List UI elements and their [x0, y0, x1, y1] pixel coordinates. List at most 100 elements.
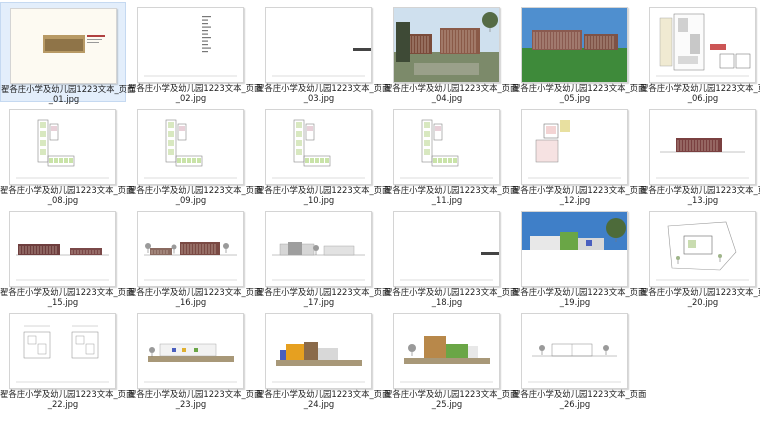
file-name-label[interactable]: 翟各庄小学及幼儿园1223文本_页面 _03.jpg — [256, 83, 391, 103]
file-thumbnail-image[interactable] — [137, 313, 244, 389]
file-tile[interactable]: 翟各庄小学及幼儿园1223文本_页面 _26.jpg — [512, 308, 646, 409]
file-name-line2: _01.jpg — [48, 94, 80, 104]
file-name-line2: _04.jpg — [431, 93, 463, 103]
file-name-line1: 翟各庄小学及幼儿园1223文本_页面 — [128, 389, 263, 399]
file-thumbnail-image[interactable] — [521, 313, 628, 389]
file-tile[interactable]: 翟各庄小学及幼儿园1223文本_页面 _19.jpg — [512, 206, 647, 307]
file-name-label[interactable]: 翟各庄小学及幼儿园1223文本_页面_20.jpg — [640, 287, 760, 307]
file-thumbnail-image[interactable] — [393, 109, 500, 185]
file-tile[interactable]: 翟各庄小学及幼儿园1223文本_页面 _17.jpg — [256, 206, 390, 307]
file-name-label[interactable]: 翟各庄小学及幼儿园1223文本_页面 _04.jpg — [384, 83, 519, 103]
file-name-label[interactable]: 翟各庄小学及幼儿园1223文本_页面 _23.jpg — [128, 389, 263, 409]
file-name-line1: 翟各庄小学及幼儿园1223文本_页面 — [0, 389, 135, 399]
file-thumbnail-image[interactable] — [9, 313, 116, 389]
file-tile[interactable]: 翟各庄小学及幼儿园1223文本_页面 _25.jpg — [384, 308, 519, 409]
file-tile[interactable]: 翟各庄小学及幼儿园1223文本_页面 _15.jpg — [0, 206, 134, 307]
file-thumbnail-image[interactable] — [393, 211, 500, 287]
file-name-label[interactable]: 翟各庄小学及幼儿园1223文本_页面 _01.jpg — [1, 84, 135, 104]
file-name-line2: _18.jpg — [431, 297, 463, 307]
file-name-label[interactable]: 翟各庄小学及幼儿园1223文本_页面 _22.jpg — [0, 389, 135, 409]
file-thumbnail-image[interactable] — [265, 313, 372, 389]
file-name-label[interactable]: 翟各庄小学及幼儿园1223文本_页面 _10.jpg — [256, 185, 391, 205]
file-thumbnail-image[interactable] — [521, 109, 628, 185]
file-name-label[interactable]: 翟各庄小学及幼儿园1223文本_页面 _15.jpg — [0, 287, 134, 307]
file-thumbnail-image[interactable] — [521, 211, 628, 287]
file-tile[interactable]: 翟各庄小学及幼儿园1223文本_页面_20.jpg — [640, 206, 760, 307]
file-name-label[interactable]: 翟各庄小学及幼儿园1223文本_页面 _11.jpg — [384, 185, 518, 205]
file-name-label[interactable]: 翟各庄小学及幼儿园1223文本_页面 _09.jpg — [128, 185, 263, 205]
file-name-line2: _20.jpg — [687, 297, 719, 307]
file-name-line1: 翟各庄小学及幼儿园1223文本_页面 — [512, 185, 647, 195]
file-thumbnail-image[interactable] — [649, 7, 756, 83]
file-tile[interactable]: 翟各庄小学及幼儿园1223文本_页面 _03.jpg — [256, 2, 391, 103]
file-tile[interactable]: 翟各庄小学及幼儿园1223文本_页面 _11.jpg — [384, 104, 518, 205]
file-name-line2: _26.jpg — [559, 399, 591, 409]
file-name-label[interactable]: 翟各庄小学及幼儿园1223文本_页面 _18.jpg — [384, 287, 519, 307]
file-name-label[interactable]: 翟各庄小学及幼儿园1223文本_页面 _12.jpg — [512, 185, 647, 205]
file-tile[interactable]: 翟各庄小学及幼儿园1223文本_页面 _12.jpg — [512, 104, 647, 205]
file-name-line2: _03.jpg — [303, 93, 335, 103]
file-tile[interactable]: 翟各庄小学及幼儿园1223文本_页面 _10.jpg — [256, 104, 391, 205]
file-thumbnail-image[interactable] — [137, 7, 244, 83]
file-thumbnail-image[interactable] — [393, 7, 500, 83]
file-name-label[interactable]: 翟各庄小学及幼儿园1223文本_页面 _26.jpg — [512, 389, 646, 409]
file-thumbnail-image[interactable] — [521, 7, 628, 83]
file-name-line2: _19.jpg — [559, 297, 591, 307]
file-name-line1: 翟各庄小学及幼儿园1223文本_页面 — [512, 287, 647, 297]
file-thumbnail-image[interactable] — [265, 109, 372, 185]
file-tile[interactable]: 翟各庄小学及幼儿园1223文本_页面 _24.jpg — [256, 308, 390, 409]
file-name-line2: _17.jpg — [303, 297, 335, 307]
file-thumbnail-image[interactable] — [137, 109, 244, 185]
file-thumbnail-image[interactable] — [10, 8, 117, 84]
file-name-line1: 翟各庄小学及幼儿园1223文本_页面 — [512, 83, 647, 93]
file-name-line1: 翟各庄小学及幼儿园1223文本_页面 — [0, 185, 135, 195]
file-thumbnail-image[interactable] — [265, 7, 372, 83]
file-name-line2: _06.jpg — [687, 93, 719, 103]
file-name-label[interactable]: 翟各庄小学及幼儿园1223文本_页面 _17.jpg — [256, 287, 390, 307]
file-tile[interactable]: 翟各庄小学及幼儿园1223文本_页面 _22.jpg — [0, 308, 135, 409]
file-thumbnail-image[interactable] — [265, 211, 372, 287]
file-name-label[interactable]: 翟各庄小学及幼儿园1223文本_页面 _24.jpg — [256, 389, 390, 409]
file-tile[interactable]: 翟各庄小学及幼儿园1223文本_页面_13.jpg — [640, 104, 760, 205]
file-name-label[interactable]: 翟各庄小学及幼儿园1223文本_页面 _16.jpg — [128, 287, 262, 307]
file-name-line2: _25.jpg — [431, 399, 463, 409]
file-name-label[interactable]: 翟各庄小学及幼儿园1223文本_页面_06.jpg — [640, 83, 760, 103]
file-name-line1: 翟各庄小学及幼儿园1223文本_页面 — [256, 83, 391, 93]
file-name-label[interactable]: 翟各庄小学及幼儿园1223文本_页面 _19.jpg — [512, 287, 647, 307]
file-name-line1: 翟各庄小学及幼儿园1223文本_页面 — [384, 389, 519, 399]
file-name-line1: 翟各庄小学及幼儿园1223文本_页面 — [128, 83, 263, 93]
file-name-line2: _11.jpg — [431, 195, 463, 205]
file-name-label[interactable]: 翟各庄小学及幼儿园1223文本_页面_13.jpg — [640, 185, 760, 205]
file-name-label[interactable]: 翟各庄小学及幼儿园1223文本_页面 _25.jpg — [384, 389, 519, 409]
file-thumbnail-image[interactable] — [649, 211, 756, 287]
file-name-label[interactable]: 翟各庄小学及幼儿园1223文本_页面 _02.jpg — [128, 83, 263, 103]
file-name-label[interactable]: 翟各庄小学及幼儿园1223文本_页面 _05.jpg — [512, 83, 647, 103]
file-name-line2: _23.jpg — [175, 399, 207, 409]
file-name-line2: _15.jpg — [47, 297, 79, 307]
file-name-line1: 翟各庄小学及幼儿园1223文本_页面 — [128, 185, 263, 195]
file-tile[interactable]: 翟各庄小学及幼儿园1223文本_页面 _16.jpg — [128, 206, 262, 307]
file-tile[interactable]: 翟各庄小学及幼儿园1223文本_页面_06.jpg — [640, 2, 760, 103]
file-tile[interactable]: 翟各庄小学及幼儿园1223文本_页面 _09.jpg — [128, 104, 263, 205]
file-name-line2: _05.jpg — [559, 93, 591, 103]
file-tile[interactable]: 翟各庄小学及幼儿园1223文本_页面 _08.jpg — [0, 104, 135, 205]
file-tile[interactable]: 翟各庄小学及幼儿园1223文本_页面 _18.jpg — [384, 206, 519, 307]
file-thumbnail-image[interactable] — [9, 211, 116, 287]
file-name-line1: 翟各庄小学及幼儿园1223文本_页面 — [384, 287, 519, 297]
file-tile[interactable]: 翟各庄小学及幼儿园1223文本_页面 _23.jpg — [128, 308, 263, 409]
file-name-label[interactable]: 翟各庄小学及幼儿园1223文本_页面 _08.jpg — [0, 185, 135, 205]
file-name-line1: 翟各庄小学及幼儿园1223文本_页面 — [256, 185, 391, 195]
file-thumbnail-image[interactable] — [393, 313, 500, 389]
file-name-line2: _22.jpg — [47, 399, 79, 409]
file-name-line1: 翟各庄小学及幼儿园1223文本_页面 — [640, 83, 760, 93]
file-tile[interactable]: 翟各庄小学及幼儿园1223文本_页面 _02.jpg — [128, 2, 263, 103]
file-thumbnail-image[interactable] — [9, 109, 116, 185]
file-tile[interactable]: 翟各庄小学及幼儿园1223文本_页面 _05.jpg — [512, 2, 647, 103]
file-thumbnail-image[interactable] — [649, 109, 756, 185]
file-tile[interactable]: 翟各庄小学及幼儿园1223文本_页面 _04.jpg — [384, 2, 519, 103]
file-name-line1: 翟各庄小学及幼儿园1223文本_页面 — [384, 83, 519, 93]
file-name-line2: _02.jpg — [175, 93, 207, 103]
file-tile[interactable]: 翟各庄小学及幼儿园1223文本_页面 _01.jpg — [0, 2, 135, 104]
file-thumbnail-image[interactable] — [137, 211, 244, 287]
file-name-line2: _12.jpg — [559, 195, 591, 205]
